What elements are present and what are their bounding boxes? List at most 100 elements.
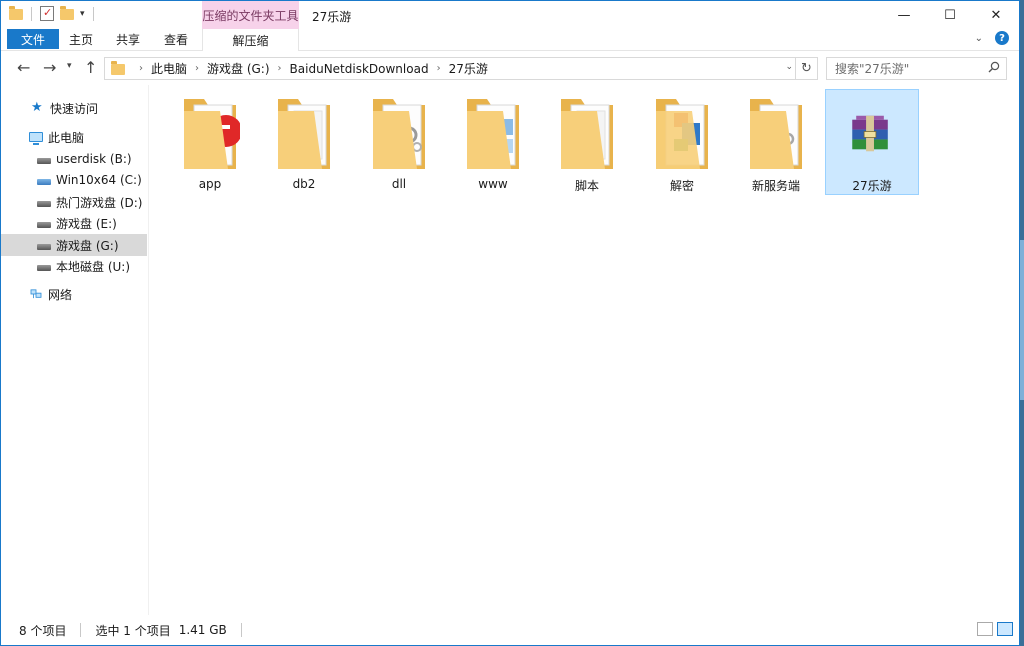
file-name: 解密 xyxy=(669,179,694,193)
chevron-right-icon[interactable]: › xyxy=(437,63,441,74)
nav-item-drive-u[interactable]: 本地磁盘 (U:) xyxy=(1,255,147,277)
nav-item-label: Win10x64 (C:) xyxy=(56,173,142,187)
context-tab-group-label: 压缩的文件夹工具 xyxy=(202,1,299,29)
status-separator xyxy=(240,623,242,637)
item-count: 8 个项目 xyxy=(19,623,67,638)
toolbar-separator xyxy=(92,6,94,21)
winrar-archive-icon xyxy=(852,115,888,152)
up-arrow-icon[interactable]: ↑ xyxy=(84,58,97,77)
file-item[interactable]: 新服务端 xyxy=(729,89,823,195)
nav-item-drive-g[interactable]: 游戏盘 (G:) xyxy=(1,234,147,256)
search-input[interactable] xyxy=(835,61,983,76)
tab-file[interactable]: 文件 xyxy=(7,29,59,49)
chevron-right-icon[interactable]: › xyxy=(195,63,199,74)
nav-item-label: 此电脑 xyxy=(48,130,85,145)
drive-icon xyxy=(37,244,51,250)
drive-icon xyxy=(37,201,51,207)
explorer-window: ▾ 压缩的文件夹工具 27乐游 — ☐ ✕ 文件 主页 共享 查看 解压缩 ⌄ … xyxy=(0,0,1020,646)
nav-item-label: 本地磁盘 (U:) xyxy=(56,259,131,274)
file-name: db2 xyxy=(292,177,316,191)
chevron-right-icon[interactable]: › xyxy=(278,63,282,74)
status-bar: 8 个项目 选中 1 个项目 1.41 GB xyxy=(1,615,1019,645)
address-row: ← → ▾ ↑ › 此电脑 › 游戏盘 (G:) › BaiduNetdiskD… xyxy=(1,52,1019,84)
refresh-icon[interactable]: ↻ xyxy=(795,58,817,79)
help-icon[interactable]: ? xyxy=(995,31,1009,45)
nav-item-label: 游戏盘 (E:) xyxy=(56,216,117,231)
breadcrumb-item[interactable]: BaiduNetdiskDownload xyxy=(290,62,429,76)
nav-item-label: 网络 xyxy=(48,287,73,302)
back-arrow-icon[interactable]: ← xyxy=(17,58,30,77)
folder-icon xyxy=(561,99,613,169)
address-bar[interactable]: › 此电脑 › 游戏盘 (G:) › BaiduNetdiskDownload … xyxy=(104,57,818,80)
nav-item-this-pc[interactable]: 此电脑 xyxy=(1,126,147,148)
ribbon-expand-icon[interactable]: ⌄ xyxy=(975,33,983,44)
file-item[interactable]: dll xyxy=(352,89,446,195)
desktop-edge-highlight xyxy=(1020,240,1024,400)
folder-icon xyxy=(373,99,425,169)
nav-item-label: 游戏盘 (G:) xyxy=(56,238,119,253)
ribbon-tabs: 文件 主页 共享 查看 解压缩 ⌄ ? xyxy=(1,29,1019,51)
tab-extract[interactable]: 解压缩 xyxy=(202,29,299,51)
file-name: 27乐游 xyxy=(852,179,892,193)
window-title: 27乐游 xyxy=(312,10,352,24)
desktop-edge xyxy=(1020,0,1024,646)
nav-item-drive-b[interactable]: userdisk (B:) xyxy=(1,148,147,170)
nav-item-quick-access[interactable]: ★ 快速访问 xyxy=(1,97,147,119)
maximize-button[interactable]: ☐ xyxy=(927,1,973,30)
folder-icon xyxy=(278,99,330,169)
star-icon: ★ xyxy=(31,100,43,115)
new-folder-icon[interactable] xyxy=(60,6,74,20)
file-item[interactable]: www xyxy=(446,89,540,195)
network-icon xyxy=(30,289,42,299)
nav-item-drive-d[interactable]: 热门游戏盘 (D:) xyxy=(1,191,147,213)
search-icon[interactable] xyxy=(988,61,1000,73)
selection-count: 选中 1 个项目 xyxy=(95,623,171,638)
file-item[interactable]: 脚本 xyxy=(540,89,634,195)
tab-home[interactable]: 主页 xyxy=(61,29,101,50)
drive-icon xyxy=(37,158,51,164)
system-drive-icon xyxy=(37,179,51,185)
file-name: 新服务端 xyxy=(751,179,800,193)
large-icons-view-icon[interactable] xyxy=(997,622,1013,636)
tab-share[interactable]: 共享 xyxy=(107,29,149,50)
status-separator xyxy=(80,623,82,637)
view-switcher xyxy=(977,622,1013,636)
nav-item-network[interactable]: 网络 xyxy=(1,283,147,305)
ribbon-right-controls: ⌄ ? xyxy=(975,31,1009,45)
forward-arrow-icon[interactable]: → xyxy=(43,58,56,77)
file-name: app xyxy=(198,177,222,191)
nav-item-label: 快速访问 xyxy=(50,101,99,116)
file-list: app db2 dll www 脚本 解密 新服务端 27乐游 xyxy=(150,85,1019,615)
file-name: dll xyxy=(391,177,407,191)
properties-icon[interactable] xyxy=(40,6,54,21)
details-view-icon[interactable] xyxy=(977,622,993,636)
breadcrumb-item[interactable]: 27乐游 xyxy=(449,60,488,77)
breadcrumb: › 此电脑 › 游戏盘 (G:) › BaiduNetdiskDownload … xyxy=(131,60,488,77)
breadcrumb-item[interactable]: 游戏盘 (G:) xyxy=(207,60,270,77)
breadcrumb-item[interactable]: 此电脑 xyxy=(151,60,187,77)
customize-toolbar-icon[interactable]: ▾ xyxy=(80,9,85,19)
computer-icon xyxy=(29,132,43,145)
search-box[interactable] xyxy=(826,57,1007,80)
close-button[interactable]: ✕ xyxy=(973,1,1019,30)
minimize-button[interactable]: — xyxy=(881,1,927,30)
file-item[interactable]: app xyxy=(163,89,257,195)
folder-icon xyxy=(111,61,125,75)
title-bar: ▾ 压缩的文件夹工具 27乐游 — ☐ ✕ xyxy=(1,1,1019,31)
address-dropdown-icon[interactable]: ⌄ xyxy=(785,62,793,72)
folder-icon xyxy=(184,99,240,169)
folder-icon xyxy=(656,99,708,169)
file-name: 脚本 xyxy=(574,179,599,193)
chevron-right-icon[interactable]: › xyxy=(139,63,143,74)
window-controls: — ☐ ✕ xyxy=(881,1,1019,30)
nav-item-drive-c[interactable]: Win10x64 (C:) xyxy=(1,169,147,191)
file-item-selected[interactable]: 27乐游 xyxy=(825,89,919,195)
nav-item-drive-e[interactable]: 游戏盘 (E:) xyxy=(1,212,147,234)
file-item[interactable]: db2 xyxy=(257,89,351,195)
recent-locations-icon[interactable]: ▾ xyxy=(67,61,72,71)
folder-icon[interactable] xyxy=(9,6,23,20)
tab-view[interactable]: 查看 xyxy=(155,29,197,50)
navigation-pane: ★ 快速访问 此电脑 userdisk (B:) Win10x64 (C:) 热… xyxy=(1,85,149,615)
file-item[interactable]: 解密 xyxy=(635,89,729,195)
nav-item-label: userdisk (B:) xyxy=(56,152,132,166)
